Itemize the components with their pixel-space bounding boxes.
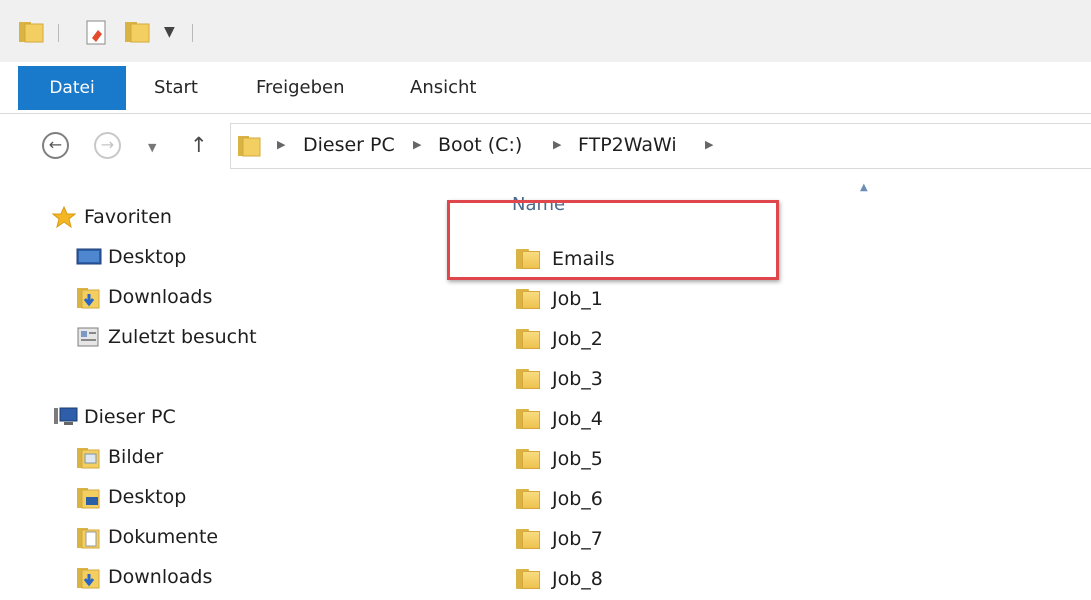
nav-label: Zuletzt besucht [108,326,257,348]
file-row-job-8[interactable]: Job_8 [516,564,603,594]
nav-favorites-label: Favoriten [84,206,172,228]
file-name: Job_4 [552,408,603,430]
tab-datei[interactable]: Datei [18,66,126,110]
nav-label: Downloads [108,286,213,308]
arrow-up-icon: ↑ [190,133,208,157]
nav-label: Desktop [108,246,187,268]
file-name: Job_6 [552,488,603,510]
quick-access-toolbar: ▼ [0,0,1091,62]
folder-icon [516,567,542,591]
file-row-job-3[interactable]: Job_3 [516,364,603,394]
recent-locations-dropdown[interactable]: ▼ [148,141,156,154]
nav-label: Desktop [108,486,187,508]
folder-icon [516,487,542,511]
breadcrumb-dieser-pc[interactable]: Dieser PC [303,134,395,156]
nav-pc-desktop[interactable]: Desktop [76,483,186,511]
file-name: Job_1 [552,288,603,310]
forward-button[interactable]: → [94,132,121,159]
highlight-box [447,200,779,280]
pictures-folder-icon [76,446,100,469]
nav-pc-bilder[interactable]: Bilder [76,443,163,471]
computer-icon [52,406,78,428]
nav-this-pc-label: Dieser PC [84,406,176,428]
breadcrumb-boot-c[interactable]: Boot (C:) [438,134,522,156]
nav-label: Bilder [108,446,164,468]
nav-label: Dokumente [108,526,219,548]
breadcrumb-chevron-icon[interactable]: ▶ [277,138,285,151]
file-row-job-1[interactable]: Job_1 [516,284,603,314]
file-row-job-2[interactable]: Job_2 [516,324,603,354]
tab-start[interactable]: Start [154,62,198,114]
navigation-bar: ← → ▼ ↑ ▶ Dieser PC ▶ Boot (C:) ▶ FTP2Wa… [0,115,1091,175]
file-row-job-4[interactable]: Job_4 [516,404,603,434]
file-name: Job_5 [552,448,603,470]
tab-freigeben[interactable]: Freigeben [256,62,345,114]
toolbar-separator [58,24,59,42]
nav-label: Downloads [108,566,213,588]
properties-icon[interactable] [84,20,110,50]
new-folder-icon[interactable] [124,20,150,48]
file-row-job-5[interactable]: Job_5 [516,444,603,474]
file-name: Job_8 [552,568,603,590]
folder-icon [516,367,542,391]
nav-fav-desktop[interactable]: Desktop [76,243,186,271]
breadcrumb-chevron-icon[interactable]: ▶ [705,138,713,151]
customize-toolbar-icon[interactable]: ▼ [164,24,175,40]
file-name: Job_2 [552,328,603,350]
file-row-job-6[interactable]: Job_6 [516,484,603,514]
downloads-folder-icon [76,566,100,589]
folder-icon[interactable] [18,20,44,48]
folder-icon [237,134,261,162]
folder-icon [516,327,542,351]
recent-places-icon [76,326,100,348]
documents-folder-icon [76,526,100,549]
arrow-right-icon: → [100,135,115,154]
nav-fav-recent[interactable]: Zuletzt besucht [76,323,257,351]
file-name: Job_7 [552,528,603,550]
tab-ansicht[interactable]: Ansicht [410,62,476,114]
nav-favorites[interactable]: Favoriten [51,203,172,231]
file-row-job-7[interactable]: Job_7 [516,524,603,554]
nav-pc-downloads[interactable]: Downloads [76,563,212,591]
up-button[interactable]: ↑ [190,133,208,157]
nav-this-pc[interactable]: Dieser PC [52,403,176,431]
desktop-folder-icon [76,486,100,509]
folder-icon [516,527,542,551]
navigation-pane: Favoriten Desktop Downloads Zuletzt besu… [0,176,480,600]
back-button[interactable]: ← [42,132,69,159]
breadcrumb-chevron-icon[interactable]: ▶ [553,138,561,151]
breadcrumb-chevron-icon[interactable]: ▶ [413,138,421,151]
desktop-icon [76,246,102,268]
breadcrumb-ftp2wawi[interactable]: FTP2WaWi [578,134,677,156]
folder-icon [516,287,542,311]
ribbon-tabs: Datei Start Freigeben Ansicht [0,62,1091,114]
folder-icon [516,407,542,431]
nav-pc-dokumente[interactable]: Dokumente [76,523,218,551]
nav-fav-downloads[interactable]: Downloads [76,283,212,311]
folder-icon [516,447,542,471]
file-name: Job_3 [552,368,603,390]
address-bar[interactable]: ▶ Dieser PC ▶ Boot (C:) ▶ FTP2WaWi ▶ [230,123,1091,169]
star-icon [51,205,77,229]
sort-ascending-icon: ▲ [860,182,868,193]
arrow-left-icon: ← [48,135,63,154]
downloads-folder-icon [76,286,100,309]
toolbar-separator [192,24,193,42]
